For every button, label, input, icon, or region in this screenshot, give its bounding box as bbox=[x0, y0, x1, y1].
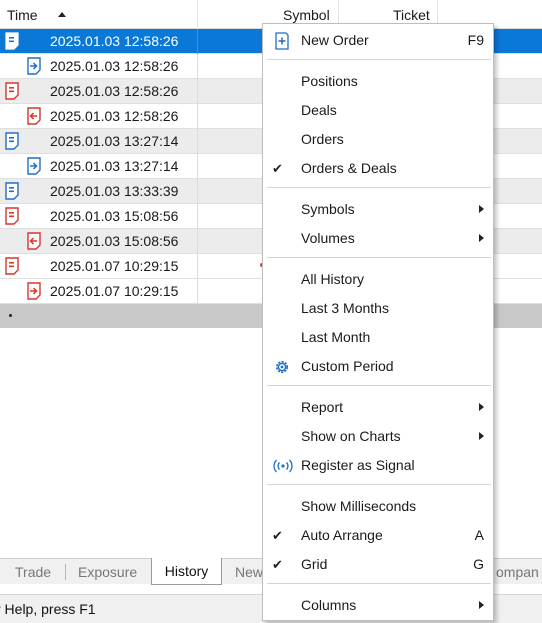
gear-icon bbox=[273, 358, 291, 376]
menu-item-show-milliseconds[interactable]: Show Milliseconds bbox=[263, 492, 493, 521]
menu-item-orders-and-deals[interactable]: ✔ Orders & Deals bbox=[263, 154, 493, 183]
menu-label: Custom Period bbox=[301, 358, 394, 374]
menu-item-grid[interactable]: ✔ Grid G bbox=[263, 550, 493, 579]
row-time: 2025.01.03 13:27:14 bbox=[50, 133, 179, 149]
order-red-icon bbox=[3, 257, 21, 276]
menu-separator bbox=[267, 484, 491, 485]
order-blue-icon bbox=[3, 132, 21, 151]
menu-item-new-order[interactable]: New Order F9 bbox=[263, 26, 493, 55]
menu-label: Show on Charts bbox=[301, 428, 401, 444]
deal-out-red-icon bbox=[25, 232, 43, 251]
menu-shortcut: A bbox=[474, 527, 484, 543]
menu-label: Report bbox=[301, 399, 344, 415]
menu-item-custom-period[interactable]: Custom Period bbox=[263, 352, 493, 381]
menu-label: Volumes bbox=[301, 230, 355, 246]
menu-label: Grid bbox=[301, 556, 328, 572]
order-red-icon bbox=[3, 82, 21, 101]
submenu-arrow-icon bbox=[479, 432, 484, 440]
sort-ascending-icon[interactable] bbox=[58, 12, 66, 17]
menu-item-last-3-months[interactable]: Last 3 Months bbox=[263, 294, 493, 323]
tab-company[interactable]: ompan bbox=[496, 559, 539, 585]
menu-label: New Order bbox=[301, 32, 369, 48]
menu-label: Positions bbox=[301, 73, 358, 89]
row-time: 2025.01.03 12:58:26 bbox=[50, 108, 179, 124]
menu-item-show-on-charts[interactable]: Show on Charts bbox=[263, 422, 493, 451]
menu-separator bbox=[267, 583, 491, 584]
order-red-icon bbox=[3, 207, 21, 226]
menu-label: All History bbox=[301, 271, 365, 287]
menu-item-last-month[interactable]: Last Month bbox=[263, 323, 493, 352]
menu-item-register-as-signal[interactable]: Register as Signal bbox=[263, 451, 493, 480]
menu-shortcut: F9 bbox=[467, 32, 484, 48]
menu-separator bbox=[267, 385, 491, 386]
checkmark-icon: ✔ bbox=[272, 161, 283, 176]
menu-item-all-history[interactable]: All History bbox=[263, 265, 493, 294]
row-time: 2025.01.03 12:58:26 bbox=[50, 58, 179, 74]
menu-item-deals[interactable]: Deals bbox=[263, 96, 493, 125]
menu-item-auto-arrange[interactable]: ✔ Auto Arrange A bbox=[263, 521, 493, 550]
menu-item-columns[interactable]: Columns bbox=[263, 591, 493, 620]
row-time: 2025.01.07 10:29:15 bbox=[50, 283, 179, 299]
context-menu: New Order F9 Positions Deals Orders ✔ Or… bbox=[262, 23, 494, 621]
menu-label: Orders & Deals bbox=[301, 160, 397, 176]
tab-history[interactable]: History bbox=[151, 558, 222, 585]
row-time: 2025.01.03 12:58:26 bbox=[50, 83, 179, 99]
deal-out-red-icon bbox=[25, 107, 43, 126]
column-header-time[interactable]: Time bbox=[7, 0, 38, 29]
checkmark-icon: ✔ bbox=[272, 557, 283, 572]
menu-shortcut: G bbox=[473, 556, 484, 572]
menu-label: Auto Arrange bbox=[301, 527, 383, 543]
submenu-arrow-icon bbox=[479, 205, 484, 213]
menu-label: Symbols bbox=[301, 201, 355, 217]
menu-separator bbox=[267, 59, 491, 60]
menu-label: Last Month bbox=[301, 329, 371, 345]
deal-in-blue-icon bbox=[25, 157, 43, 176]
menu-separator bbox=[267, 257, 491, 258]
tab-exposure[interactable]: Exposure bbox=[78, 559, 137, 585]
checkmark-icon: ✔ bbox=[272, 528, 283, 543]
menu-label: Orders bbox=[301, 131, 344, 147]
status-help-text: r Help, press F1 bbox=[0, 601, 96, 617]
broadcast-icon bbox=[273, 457, 293, 475]
menu-item-symbols[interactable]: Symbols bbox=[263, 195, 493, 224]
menu-item-volumes[interactable]: Volumes bbox=[263, 224, 493, 253]
menu-item-report[interactable]: Report bbox=[263, 393, 493, 422]
menu-item-orders[interactable]: Orders bbox=[263, 125, 493, 154]
submenu-arrow-icon bbox=[479, 601, 484, 609]
menu-label: Columns bbox=[301, 597, 357, 613]
menu-label: Deals bbox=[301, 102, 337, 118]
row-time: 2025.01.03 15:08:56 bbox=[50, 233, 179, 249]
order-blue-icon bbox=[3, 32, 21, 51]
tab-news[interactable]: New bbox=[235, 559, 263, 585]
submenu-arrow-icon bbox=[479, 403, 484, 411]
menu-label: Last 3 Months bbox=[301, 300, 389, 316]
menu-item-positions[interactable]: Positions bbox=[263, 67, 493, 96]
menu-label: Show Milliseconds bbox=[301, 498, 417, 514]
row-time: 2025.01.03 13:27:14 bbox=[50, 158, 179, 174]
order-blue-icon bbox=[3, 182, 21, 201]
summary-bullet bbox=[9, 314, 12, 317]
menu-separator bbox=[267, 187, 491, 188]
tab-trade[interactable]: Trade bbox=[15, 559, 51, 585]
row-time: 2025.01.07 10:29:15 bbox=[50, 258, 179, 274]
row-time: 2025.01.03 15:08:56 bbox=[50, 208, 179, 224]
history-window: Time Symbol Ticket 2025.01.03 12:58:26 2… bbox=[0, 0, 542, 623]
column-divider[interactable] bbox=[197, 0, 198, 29]
row-time: 2025.01.03 13:33:39 bbox=[50, 183, 179, 199]
menu-label: Register as Signal bbox=[301, 457, 415, 473]
submenu-arrow-icon bbox=[479, 234, 484, 242]
deal-in-blue-icon bbox=[25, 57, 43, 76]
new-order-icon bbox=[273, 32, 291, 50]
deal-in-red-icon bbox=[25, 282, 43, 301]
row-time: 2025.01.03 12:58:26 bbox=[50, 33, 179, 49]
